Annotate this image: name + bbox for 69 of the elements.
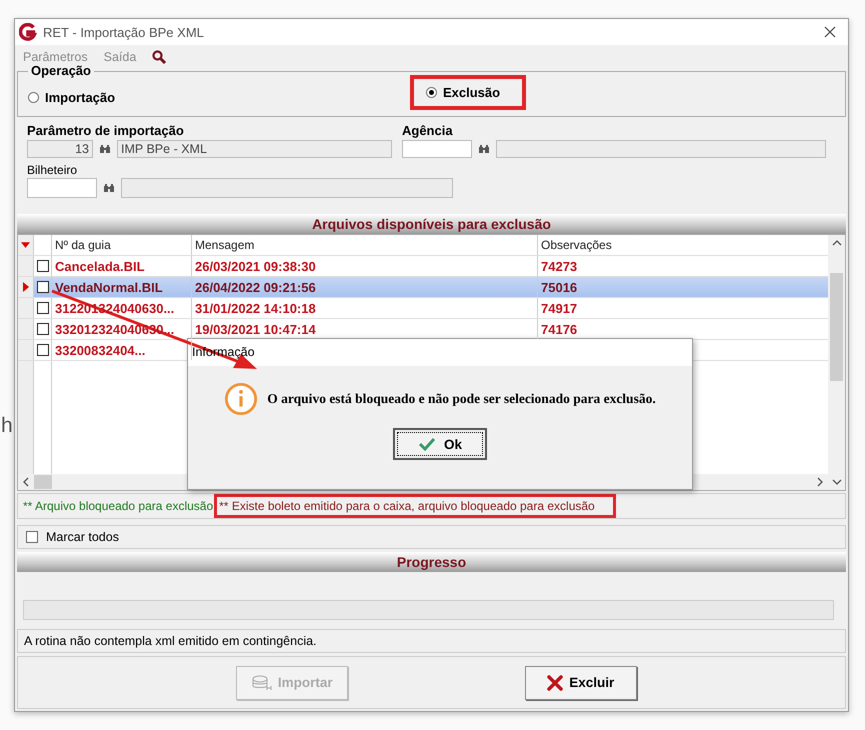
- row-checkbox[interactable]: [36, 344, 48, 356]
- agency-code-field[interactable]: [402, 140, 472, 158]
- radio-button[interactable]: [28, 92, 39, 102]
- section-header: Progresso: [17, 552, 846, 572]
- search-icon[interactable]: [152, 50, 166, 64]
- table-cell-text: 74273: [540, 258, 578, 276]
- delete-button[interactable]: Excluir: [524, 666, 637, 700]
- row-header-cell[interactable]: [18, 340, 34, 360]
- field-label: Bilheteiro: [27, 163, 78, 177]
- info-icon: [224, 382, 258, 416]
- sort-down-icon: [21, 242, 30, 248]
- table-cell-text: 74917: [540, 300, 578, 318]
- table-cell: VendaNormal.BIL: [52, 277, 192, 297]
- window-title: RET - Importação BPe XML: [43, 24, 205, 40]
- background-letter: h: [1, 414, 13, 438]
- section-header: Arquivos disponíveis para exclusão: [17, 214, 846, 234]
- radio-label: Exclusão: [443, 84, 500, 100]
- scroll-up-icon[interactable]: [832, 240, 842, 246]
- scrollbar-thumb[interactable]: [830, 273, 843, 381]
- radio-option[interactable]: Exclusão: [410, 74, 526, 110]
- database-icon: [252, 674, 272, 690]
- scrollbar-thumb[interactable]: [34, 475, 52, 489]
- ticket-agent-name-field[interactable]: [121, 178, 453, 198]
- row-checkbox[interactable]: [36, 260, 48, 272]
- dialog-message: O arquivo está bloqueado e não pode ser selecionado para exclusão.: [267, 391, 656, 407]
- row-header-cell[interactable]: [18, 319, 34, 339]
- row-checkbox[interactable]: [36, 323, 48, 335]
- binoculars-icon[interactable]: [99, 144, 111, 154]
- sort-indicator-cell[interactable]: [18, 235, 34, 255]
- scroll-right-icon[interactable]: [817, 477, 823, 487]
- vertical-scrollbar[interactable]: [828, 235, 845, 490]
- select-all-checkbox[interactable]: Marcar todos: [26, 530, 119, 544]
- x-icon: [547, 674, 564, 690]
- scroll-down-icon[interactable]: [832, 479, 842, 485]
- legend-note: ** Arquivo bloqueado para exclusão: [23, 499, 214, 513]
- scroll-left-icon[interactable]: [23, 477, 29, 487]
- table-cell-text: 75016: [540, 278, 578, 296]
- binoculars-icon[interactable]: [478, 144, 490, 154]
- row-checkbox[interactable]: [36, 281, 48, 293]
- legend-note: ** Existe boleto emitido para o caixa, arquivo bloqueado para exclusão: [214, 494, 616, 518]
- row-header-cell[interactable]: [18, 277, 34, 297]
- ticket-agent-field[interactable]: [27, 178, 97, 198]
- name-field[interactable]: IMP BPe - XML: [117, 140, 392, 158]
- current-row-icon: [22, 282, 28, 292]
- checkmark-icon: [418, 437, 436, 451]
- column-header[interactable]: Nº da guia: [52, 235, 192, 255]
- grid-row[interactable]: VendaNormal.BIL 26/04/2022 09:21:56 75016: [18, 277, 828, 298]
- column-header[interactable]: Mensagem: [192, 235, 538, 255]
- logo-icon: [19, 23, 37, 41]
- field-label: Parâmetro de importação: [27, 123, 185, 138]
- table-cell: 26/03/2021 09:38:30: [192, 256, 538, 276]
- code-field[interactable]: 13: [27, 140, 93, 158]
- row-checkbox[interactable]: [36, 302, 48, 314]
- radio-label: Importação: [45, 90, 116, 104]
- row-header-cell[interactable]: [18, 256, 34, 276]
- radio-button[interactable]: [426, 86, 437, 98]
- column-header[interactable]: Observações: [538, 235, 828, 255]
- table-cell: Cancelada.BIL: [52, 256, 192, 276]
- group-title: Operação: [28, 63, 94, 78]
- row-header-cell[interactable]: [18, 298, 34, 318]
- table-cell: 26/04/2022 09:21:56: [192, 277, 538, 297]
- agency-name-field[interactable]: [496, 140, 826, 158]
- table-cell: 31/01/2022 14:10:18: [192, 298, 538, 318]
- table-cell-text: 74176: [540, 320, 578, 338]
- binoculars-icon[interactable]: [103, 183, 115, 193]
- ok-button[interactable]: Ok: [393, 428, 487, 460]
- info-text: A rotina não contempla xml emitido em contingência.: [17, 629, 846, 653]
- close-icon[interactable]: [824, 26, 836, 38]
- field-label: Agência: [402, 123, 454, 138]
